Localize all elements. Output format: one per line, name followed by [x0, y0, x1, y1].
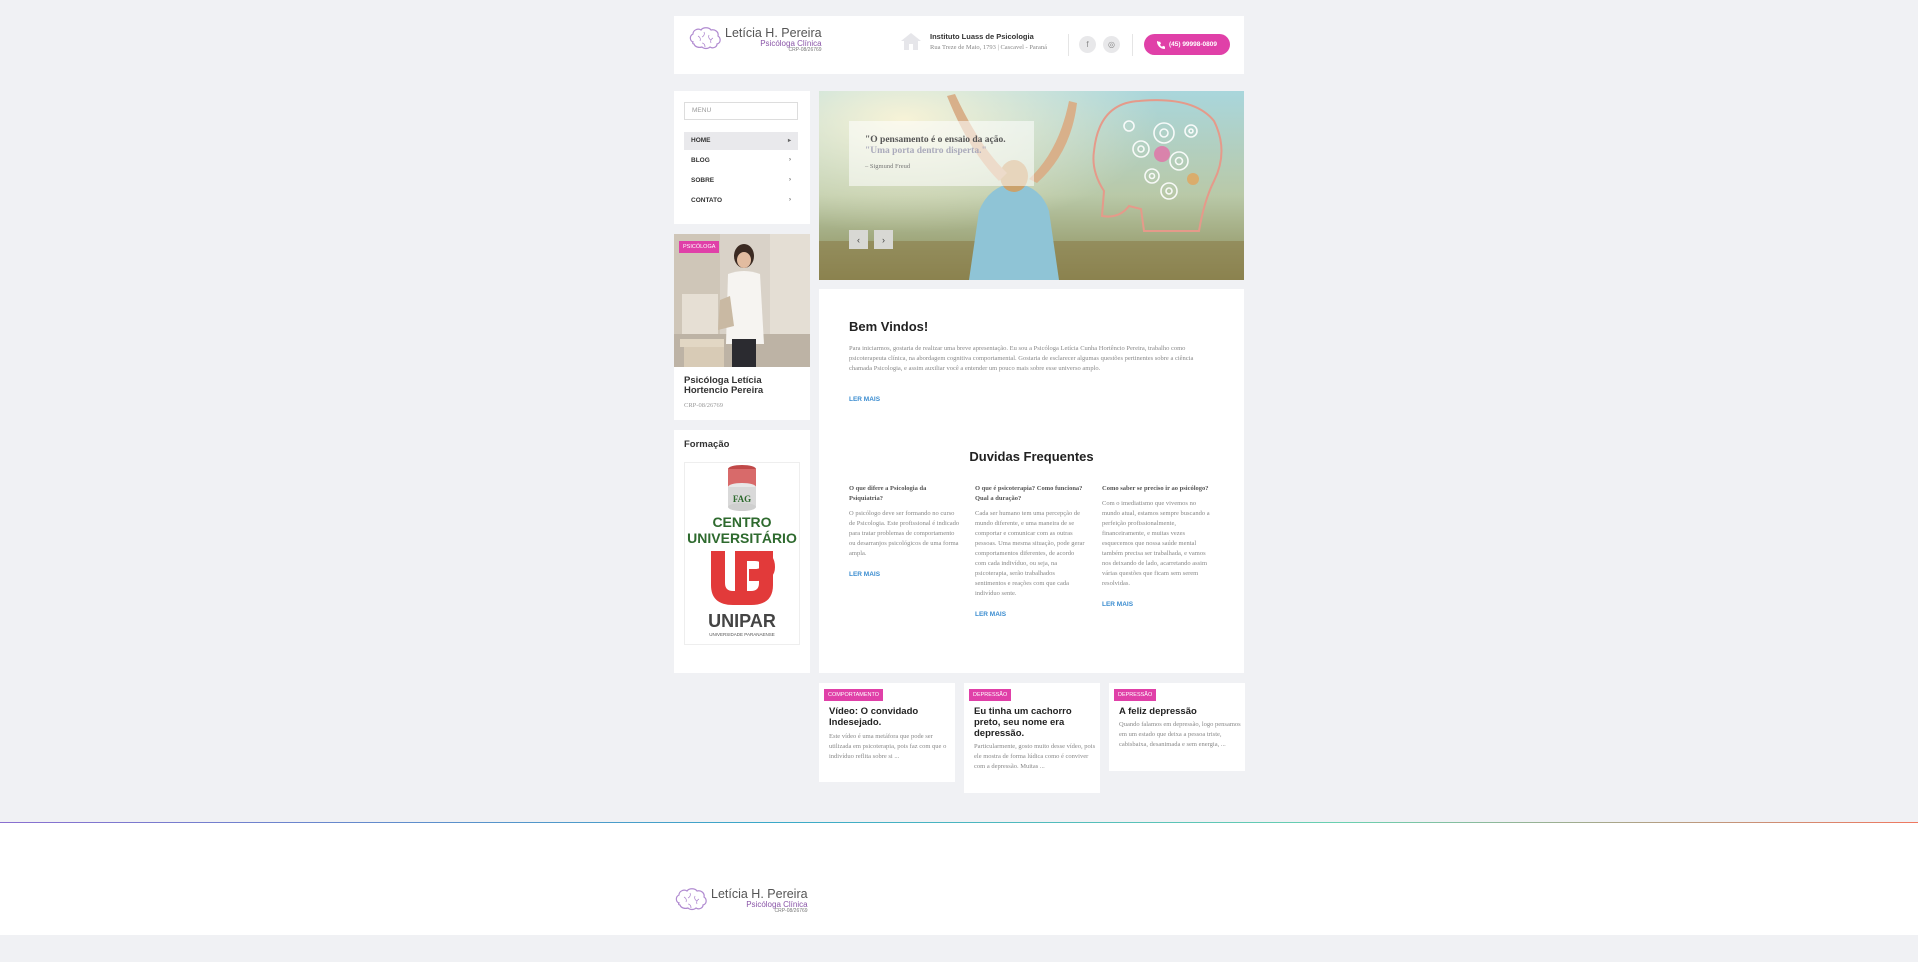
faq-read-more-link[interactable]: LER MAIS	[849, 571, 961, 578]
footer-logo[interactable]: Letícia H. Pereira Psicóloga Clínica CRP…	[674, 887, 808, 915]
menu-search-input[interactable]: MENU	[684, 102, 798, 120]
post-title[interactable]: Vídeo: O convidado Indesejado.	[829, 706, 947, 728]
phone-button[interactable]: (45) 99998-0809	[1144, 34, 1230, 55]
chevron-right-icon: ›	[789, 177, 791, 183]
profile-crp: CRP-08/26769	[684, 402, 724, 409]
unipar-subtitle: UNIVERSIDADE PARANAENSE	[709, 632, 774, 637]
phone-icon	[1156, 40, 1165, 49]
menu-item-contato[interactable]: CONTATO ›	[684, 192, 798, 210]
caret-right-icon: ▸	[787, 138, 791, 144]
svg-text:UNIVERSITÁRIO: UNIVERSITÁRIO	[687, 530, 797, 546]
formacao-card: Formação FAG CENTRO UNIVERSITÁRIO UNIPAR…	[674, 430, 810, 673]
post-excerpt: Este vídeo é uma metáfora que pode ser u…	[829, 733, 947, 760]
post-excerpt: Quando falamos em depressão, logo pensam…	[1119, 721, 1241, 748]
faq-read-more-link[interactable]: LER MAIS	[975, 611, 1087, 618]
faq-item: Como saber se preciso ir ao psicólogo? C…	[1102, 484, 1214, 608]
faq-question[interactable]: O que é psicoterapia? Como funciona? Qua…	[975, 484, 1087, 504]
post-card[interactable]: COMPORTAMENTO Vídeo: O convidado Indesej…	[819, 683, 955, 782]
header-logo[interactable]: Letícia H. Pereira Psicóloga Clínica CRP…	[688, 26, 822, 54]
logo-name: Letícia H. Pereira	[725, 26, 822, 41]
fag-text: FAG	[733, 494, 751, 504]
menu-item-label: HOME	[691, 137, 711, 144]
education-logos: FAG CENTRO UNIVERSITÁRIO UNIPAR UNIVERSI…	[684, 462, 800, 645]
faq-question[interactable]: O que difere a Psicologia da Psiquiatria…	[849, 484, 961, 504]
phone-number: (45) 99998-0809	[1168, 41, 1218, 48]
menu-item-label: CONTATO	[691, 197, 723, 204]
faq-answer: Cada ser humano tem uma percepção de mun…	[975, 510, 1085, 597]
post-card[interactable]: DEPRESSÃO A feliz depressão Quando falam…	[1109, 683, 1245, 771]
menu-item-label: BLOG	[691, 157, 710, 164]
profile-card[interactable]: PSICÓLOGA Psicóloga Letícia Hortencio Pe…	[674, 234, 810, 420]
address-line: Rua Treze de Maio, 1793 | Cascavel - Par…	[930, 43, 1048, 51]
quote-author: – Sigmund Freud	[865, 162, 911, 170]
post-excerpt: Particularmente, gosto muito desse vídeo…	[974, 743, 1096, 770]
quote-faded: "Uma porta dentro disperta."	[865, 145, 987, 156]
site-header: Letícia H. Pereira Psicóloga Clínica CRP…	[674, 16, 1244, 74]
profile-tag[interactable]: PSICÓLOGA	[679, 241, 720, 253]
facebook-icon[interactable]: f	[1079, 36, 1096, 53]
welcome-title: Bem Vindos!	[849, 319, 929, 334]
faq-title: Duvidas Frequentes	[969, 449, 1094, 464]
hero-slider[interactable]: "O pensamento é o ensaio da ação. "Uma p…	[819, 91, 1244, 280]
quote-text: "O pensamento é o ensaio da ação. "Uma p…	[865, 135, 1018, 157]
site-footer: Letícia H. Pereira Psicóloga Clínica CRP…	[0, 823, 1918, 935]
svg-text:CENTRO: CENTRO	[712, 514, 771, 530]
quote-main: "O pensamento é o ensaio da ação.	[865, 135, 1006, 145]
menu-item-sobre[interactable]: SOBRE ›	[684, 172, 798, 190]
fag-logo: FAG CENTRO UNIVERSITÁRIO UNIPAR UNIVERSI…	[687, 465, 797, 637]
faq-item: O que é psicoterapia? Como funciona? Qua…	[975, 484, 1087, 618]
post-tag[interactable]: DEPRESSÃO	[1114, 689, 1157, 701]
divider	[1132, 34, 1133, 56]
home-icon	[901, 33, 921, 50]
sidebar-menu: MENU HOME ▸ BLOG › SOBRE › CONTATO ›	[674, 91, 810, 224]
post-tag[interactable]: COMPORTAMENTO	[824, 689, 884, 701]
faq-answer: O psicólogo deve ser formando no curso d…	[849, 510, 960, 557]
chevron-right-icon: ›	[789, 197, 791, 203]
brain-icon	[689, 27, 721, 50]
faq-question[interactable]: Como saber se preciso ir ao psicólogo?	[1102, 484, 1214, 494]
chevron-right-icon: ›	[789, 157, 791, 163]
unipar-text: UNIPAR	[708, 611, 776, 631]
profile-photo[interactable]	[674, 234, 810, 367]
quote-box: "O pensamento é o ensaio da ação. "Uma p…	[849, 121, 1034, 186]
address-title: Instituto Luass de Psicologia	[930, 31, 1034, 41]
logo-crp: CRP-08/26769	[774, 907, 808, 914]
post-title[interactable]: Eu tinha um cachorro preto, seu nome era…	[974, 706, 1092, 739]
post-tag[interactable]: DEPRESSÃO	[969, 689, 1012, 701]
menu-item-home[interactable]: HOME ▸	[684, 132, 798, 150]
formacao-title: Formação	[684, 439, 730, 450]
welcome-text: Para iniciarmos, gostaria de realizar um…	[849, 345, 1194, 372]
logo-crp: CRP-08/26769	[788, 46, 822, 53]
faq-answer: Com o imediatismo que vivemos no mundo a…	[1102, 500, 1210, 587]
instagram-icon[interactable]: ◎	[1103, 36, 1120, 53]
menu-item-blog[interactable]: BLOG ›	[684, 152, 798, 170]
logo-name: Letícia H. Pereira	[711, 887, 808, 902]
post-card[interactable]: DEPRESSÃO Eu tinha um cachorro preto, se…	[964, 683, 1100, 793]
brain-icon	[675, 888, 707, 911]
divider	[1068, 34, 1069, 56]
header-address: Instituto Luass de Psicologia Rua Treze …	[900, 31, 1047, 51]
welcome-read-more-link[interactable]: LER MAIS	[849, 396, 880, 403]
post-title[interactable]: A feliz depressão	[1119, 706, 1237, 717]
main-content: Bem Vindos! Para iniciarmos, gostaria de…	[819, 289, 1244, 673]
profile-name[interactable]: Psicóloga Letícia Hortencio Pereira	[684, 376, 804, 396]
faq-read-more-link[interactable]: LER MAIS	[1102, 601, 1214, 608]
slider-prev-button[interactable]: ‹	[849, 230, 868, 249]
slider-next-button[interactable]: ›	[874, 230, 893, 249]
faq-item: O que difere a Psicologia da Psiquiatria…	[849, 484, 961, 578]
menu-item-label: SOBRE	[691, 177, 715, 184]
